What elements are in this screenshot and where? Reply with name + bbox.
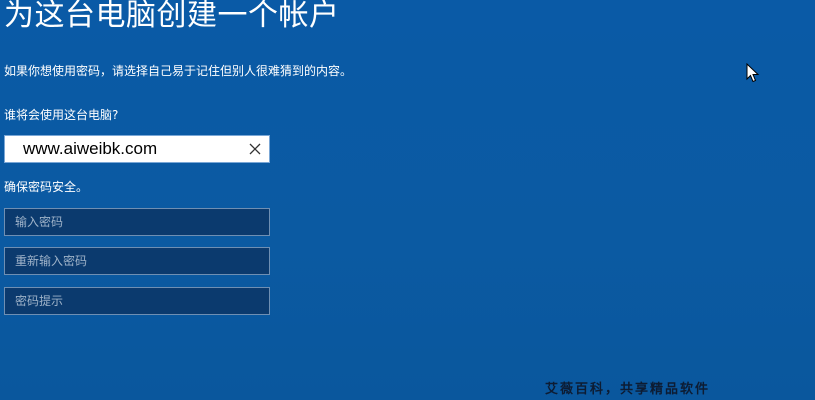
password-placeholder: 输入密码 xyxy=(15,215,64,229)
password-confirm-input[interactable]: 重新输入密码 xyxy=(4,247,270,275)
mouse-cursor-icon xyxy=(746,63,760,83)
page-title: 为这台电脑创建一个帐户 xyxy=(4,0,340,33)
password-confirm-placeholder: 重新输入密码 xyxy=(15,254,88,268)
password-section-label: 确保密码安全。 xyxy=(4,180,89,194)
username-value: www.aiweibk.com xyxy=(23,139,158,158)
watermark-text: 艾薇百科，共享精品软件 xyxy=(545,382,711,397)
username-input[interactable]: www.aiweibk.com xyxy=(4,135,270,163)
page-description: 如果你想使用密码，请选择自己易于记住但别人很难猜到的内容。 xyxy=(4,64,353,78)
username-label: 谁将会使用这台电脑? xyxy=(4,108,119,122)
account-setup-screen: 为这台电脑创建一个帐户 如果你想使用密码，请选择自己易于记住但别人很难猜到的内容… xyxy=(0,0,815,400)
close-icon[interactable] xyxy=(247,141,263,157)
password-input[interactable]: 输入密码 xyxy=(4,208,270,236)
password-hint-placeholder: 密码提示 xyxy=(15,294,64,308)
password-hint-input[interactable]: 密码提示 xyxy=(4,287,270,315)
